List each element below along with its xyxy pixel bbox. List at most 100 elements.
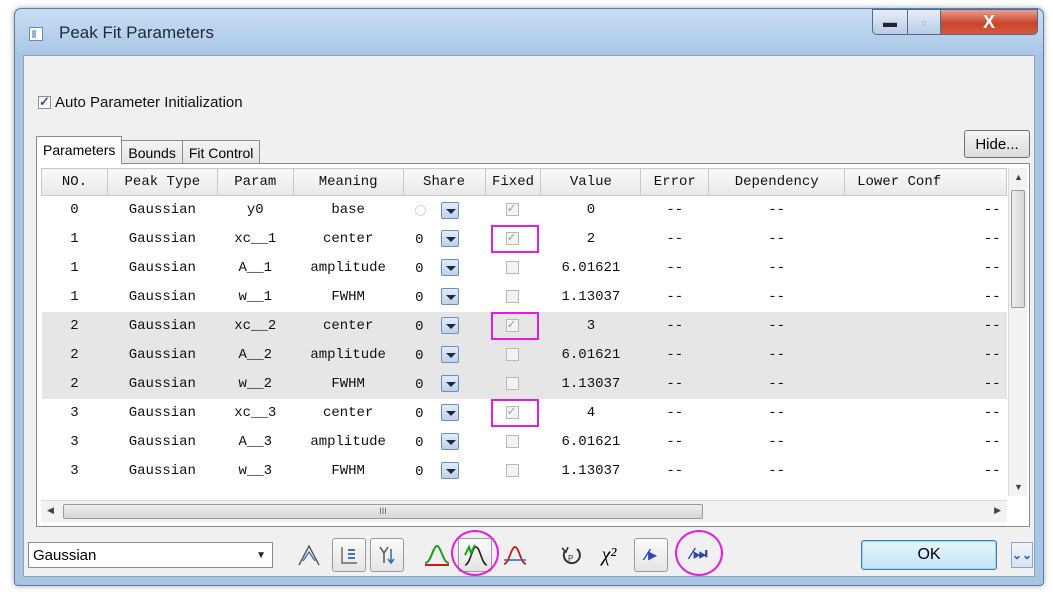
cell-share[interactable] xyxy=(403,196,485,225)
cell-param[interactable]: xc__1 xyxy=(217,225,293,254)
auto-init-label[interactable]: Auto Parameter Initialization xyxy=(55,94,243,111)
col-peak-type[interactable]: Peak Type xyxy=(106,168,218,196)
cell-dependency[interactable]: -- xyxy=(708,311,845,341)
cell-dependency[interactable]: -- xyxy=(709,225,845,254)
vertical-scroll-thumb[interactable] xyxy=(1011,190,1025,308)
cell-peak-type[interactable]: Gaussian xyxy=(107,369,218,399)
cell-share[interactable]: 0 xyxy=(403,399,485,428)
cell-error[interactable]: -- xyxy=(641,283,709,312)
table-row[interactable]: 3Gaussianxc__3center04------ xyxy=(42,398,1007,428)
minimize-button[interactable]: ▬ xyxy=(872,9,908,35)
cell-peak-type[interactable]: Gaussian xyxy=(107,311,218,341)
cell-param[interactable]: w__2 xyxy=(217,369,294,399)
cell-no[interactable]: 1 xyxy=(42,283,108,312)
function-select[interactable]: Gaussian ▼ xyxy=(28,542,273,568)
col-error[interactable]: Error xyxy=(640,168,710,196)
cell-value[interactable]: 6.01621 xyxy=(541,428,641,457)
cell-peak-type[interactable]: Gaussian xyxy=(107,225,217,254)
cell-value[interactable]: 3 xyxy=(540,311,641,341)
share-dropdown-button[interactable] xyxy=(441,201,460,219)
cell-no[interactable]: 3 xyxy=(42,428,108,457)
cell-share[interactable]: 0 xyxy=(403,254,485,283)
tab-parameters[interactable]: Parameters xyxy=(36,136,123,164)
cell-dependency[interactable]: -- xyxy=(709,196,845,225)
cell-param[interactable]: A__1 xyxy=(217,254,293,283)
cell-param[interactable]: xc__3 xyxy=(217,399,293,428)
col-lower-conf[interactable]: Lower Conf xyxy=(844,168,1007,196)
peak-shape-button[interactable] xyxy=(292,538,326,572)
cell-peak-type[interactable]: Gaussian xyxy=(107,428,217,457)
fit-step-button[interactable]: ⁄▸ xyxy=(634,538,668,572)
cell-no[interactable]: 0 xyxy=(42,196,108,225)
cell-share[interactable]: 0 xyxy=(403,457,485,486)
cell-lower-conf[interactable]: -- xyxy=(845,196,1007,225)
cell-lower-conf[interactable]: -- xyxy=(845,399,1007,428)
col-share[interactable]: Share xyxy=(402,168,486,196)
col-meaning[interactable]: Meaning xyxy=(292,168,404,196)
col-no[interactable]: NO. xyxy=(41,168,108,196)
cell-peak-type[interactable]: Gaussian xyxy=(107,283,217,312)
share-dropdown-button[interactable] xyxy=(441,433,460,451)
cell-meaning[interactable]: FWHM xyxy=(293,369,404,399)
cell-share[interactable]: 0 xyxy=(403,225,485,254)
cell-param[interactable]: A__3 xyxy=(217,428,293,457)
fixed-checkbox[interactable] xyxy=(506,376,520,390)
cell-share[interactable]: 0 xyxy=(403,283,485,312)
cell-dependency[interactable]: -- xyxy=(709,428,845,457)
cell-share[interactable]: 0 xyxy=(403,428,485,457)
cell-share[interactable]: 0 xyxy=(403,311,486,341)
table-row[interactable]: 3 Gaussian w__3 FWHM 0 1.13037 -- -- -- xyxy=(42,457,1007,486)
cell-peak-type[interactable]: Gaussian xyxy=(107,196,217,225)
cell-value[interactable]: 1.13037 xyxy=(540,369,641,399)
table-row[interactable]: 2 Gaussian w__2 FWHM 0 1.13037 -- -- -- xyxy=(41,369,1007,399)
sort-button[interactable] xyxy=(332,538,366,572)
cell-dependency[interactable]: -- xyxy=(708,369,845,399)
table-row[interactable]: 2 Gaussian A__2 amplitude 0 6.01621 -- -- -- xyxy=(41,340,1007,370)
share-dropdown-button[interactable] xyxy=(441,288,460,306)
show-curve-button[interactable] xyxy=(420,538,454,572)
cell-meaning[interactable]: FWHM xyxy=(293,283,403,312)
cell-lower-conf[interactable]: -- xyxy=(844,311,1007,341)
cell-meaning[interactable]: amplitude xyxy=(293,340,404,370)
table-row[interactable]: 3 Gaussian A__3 amplitude 0 6.01621 -- -- -- xyxy=(42,428,1007,457)
cell-meaning[interactable]: amplitude xyxy=(293,428,403,457)
cell-error[interactable]: -- xyxy=(641,457,709,486)
cell-value[interactable]: 6.01621 xyxy=(540,340,641,370)
share-dropdown-button[interactable] xyxy=(441,317,460,335)
auto-init-checkbox[interactable] xyxy=(38,94,51,110)
cell-lower-conf[interactable]: -- xyxy=(844,369,1007,399)
arrange-button[interactable] xyxy=(370,538,404,572)
cell-no[interactable]: 1 xyxy=(42,254,108,283)
cell-dependency[interactable]: -- xyxy=(709,254,845,283)
cell-peak-type[interactable]: Gaussian xyxy=(107,457,217,486)
cell-share[interactable]: 0 xyxy=(403,369,486,399)
maximize-button[interactable]: ▫ xyxy=(907,9,941,35)
col-param[interactable]: Param xyxy=(216,168,294,196)
cell-value[interactable]: 4 xyxy=(541,399,641,428)
horizontal-scrollbar[interactable]: ◀ III ▶ xyxy=(41,500,1007,522)
cell-share[interactable]: 0 xyxy=(403,340,486,370)
col-fixed[interactable]: Fixed xyxy=(484,168,542,196)
cell-peak-type[interactable]: Gaussian xyxy=(107,254,217,283)
cell-value[interactable]: 2 xyxy=(541,225,641,254)
cell-lower-conf[interactable]: -- xyxy=(844,340,1007,370)
cell-meaning[interactable]: center xyxy=(293,399,403,428)
cell-lower-conf[interactable]: -- xyxy=(845,428,1007,457)
cell-dependency[interactable]: -- xyxy=(709,457,845,486)
title-bar[interactable]: Peak Fit Parameters ▬ ▫ X xyxy=(15,9,1043,55)
cell-error[interactable]: -- xyxy=(641,225,709,254)
fixed-checkbox[interactable] xyxy=(506,434,520,448)
cell-lower-conf[interactable]: -- xyxy=(845,457,1007,486)
col-dependency[interactable]: Dependency xyxy=(708,168,846,196)
cell-no[interactable]: 3 xyxy=(42,399,108,428)
cell-no[interactable]: 2 xyxy=(41,340,108,370)
expand-button[interactable]: ⌄⌄ xyxy=(1011,542,1033,568)
table-row[interactable]: 1 Gaussian w__1 FWHM 0 1.13037 -- -- -- xyxy=(42,283,1007,312)
fixed-checkbox[interactable] xyxy=(506,230,520,245)
cell-error[interactable]: -- xyxy=(641,428,709,457)
cell-error[interactable]: -- xyxy=(640,311,709,341)
cell-param[interactable]: w__1 xyxy=(217,283,293,312)
cell-peak-type[interactable]: Gaussian xyxy=(107,340,218,370)
tab-fit-control[interactable]: Fit Control xyxy=(181,140,261,164)
chi-square-button[interactable]: χ² xyxy=(592,538,626,572)
